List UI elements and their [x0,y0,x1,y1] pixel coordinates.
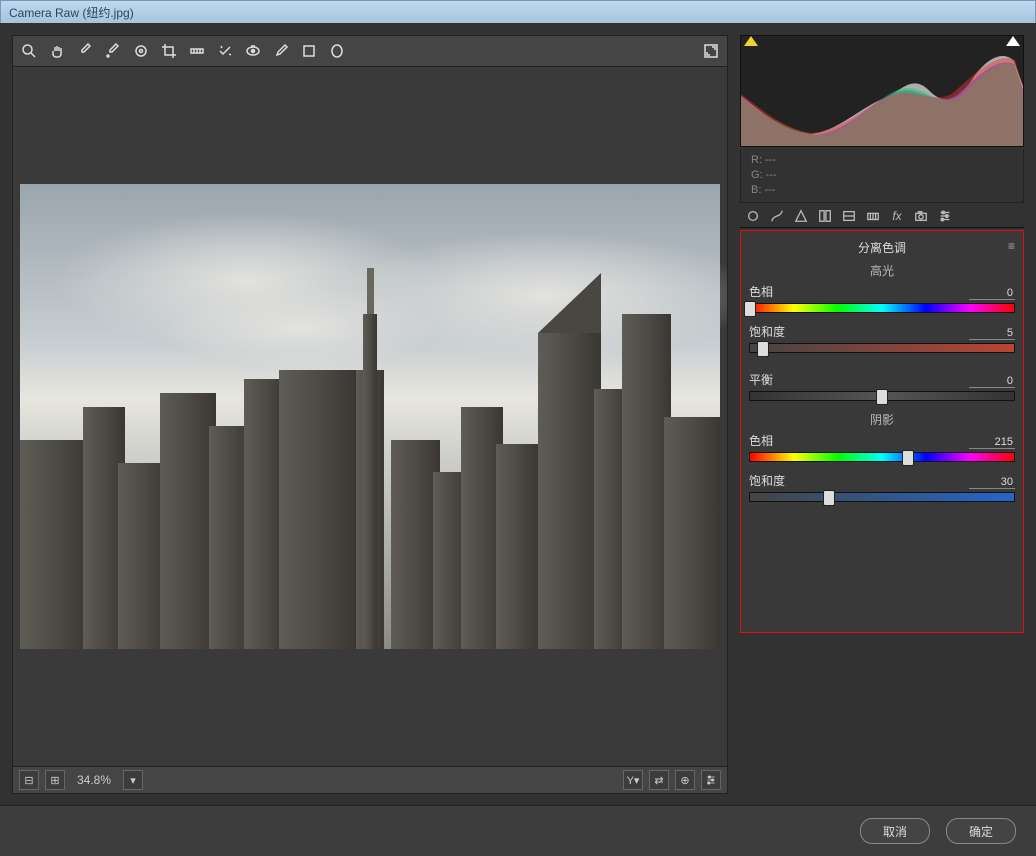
panel-title: 分离色调 ≡ [749,239,1015,256]
statusbar: ⊟ ⊞ 34.8% ▾ Y▾ ⇄ ⊕ [13,766,727,793]
highlights-sat-thumb[interactable] [757,341,769,357]
shadows-hue-thumb[interactable] [902,450,914,466]
image-preview[interactable] [13,67,727,766]
zoom-out-button[interactable]: ⊟ [19,770,39,790]
presets-tab-icon[interactable] [936,207,954,225]
eyedropper-icon[interactable] [75,41,95,61]
balance-value[interactable]: 0 [969,375,1015,388]
histogram-curve [741,36,1023,146]
highlights-hue-slider[interactable] [749,303,1015,313]
histogram[interactable] [740,35,1024,147]
highlights-hue-value[interactable]: 0 [969,287,1015,300]
shadows-sat-value[interactable]: 30 [969,476,1015,489]
g-value: G: --- [751,168,1013,183]
straighten-icon[interactable] [187,41,207,61]
workspace: ⊟ ⊞ 34.8% ▾ Y▾ ⇄ ⊕ R: --- G: --- B: [0,23,1036,806]
balance-row: 平衡 0 [749,371,1015,401]
highlights-sat-value[interactable]: 5 [969,327,1015,340]
highlights-label: 高光 [749,262,1015,279]
lens-tab-icon[interactable] [864,207,882,225]
footer: 取消 确定 [0,805,1036,856]
panel-tabs: fx [740,205,1024,228]
right-pane: R: --- G: --- B: --- fx 分离色调 ≡ 高光 色相 [740,35,1024,794]
ok-button[interactable]: 确定 [946,818,1016,844]
prefs-button[interactable] [701,770,721,790]
brush-icon[interactable] [271,41,291,61]
detail-tab-icon[interactable] [792,207,810,225]
highlights-sat-slider[interactable] [749,343,1015,353]
split-toning-panel: 分离色调 ≡ 高光 色相 0 饱和度 5 [740,230,1024,633]
shadows-sat-slider[interactable] [749,492,1015,502]
shadows-hue-value[interactable]: 215 [969,436,1015,449]
basic-tab-icon[interactable] [744,207,762,225]
color-sampler-icon[interactable] [103,41,123,61]
shadows-hue-label: 色相 [749,432,773,449]
highlights-hue-row: 色相 0 [749,283,1015,313]
highlights-sat-label: 饱和度 [749,323,785,340]
left-pane: ⊟ ⊞ 34.8% ▾ Y▾ ⇄ ⊕ [12,35,728,794]
swap-button[interactable]: ⇄ [649,770,669,790]
toolbar [13,36,727,67]
balance-thumb[interactable] [876,389,888,405]
before-after-button[interactable]: Y▾ [623,770,643,790]
spot-removal-icon[interactable] [215,41,235,61]
b-value: B: --- [751,183,1013,198]
titlebar[interactable]: Camera Raw (纽约.jpg) [0,0,1036,24]
highlight-clip-indicator[interactable] [1006,36,1020,46]
zoom-in-button[interactable]: ⊞ [45,770,65,790]
highlights-sat-row: 饱和度 5 [749,323,1015,353]
targeted-adjustment-icon[interactable] [131,41,151,61]
fx-tab-icon[interactable]: fx [888,207,906,225]
zoom-icon[interactable] [19,41,39,61]
hand-icon[interactable] [47,41,67,61]
shadows-sat-label: 饱和度 [749,472,785,489]
crop-icon[interactable] [159,41,179,61]
balance-slider[interactable] [749,391,1015,401]
balance-label: 平衡 [749,371,773,388]
highlights-hue-label: 色相 [749,283,773,300]
rgb-readout: R: --- G: --- B: --- [740,149,1024,203]
radial-filter-icon[interactable] [327,41,347,61]
cancel-button[interactable]: 取消 [860,818,930,844]
r-value: R: --- [751,153,1013,168]
shadows-hue-row: 色相 215 [749,432,1015,462]
highlights-hue-thumb[interactable] [744,301,756,317]
zoom-value: 34.8% [71,773,117,787]
fullscreen-icon[interactable] [701,41,721,61]
shadows-label: 阴影 [749,411,1015,428]
shadows-sat-row: 饱和度 30 [749,472,1015,502]
copy-settings-button[interactable]: ⊕ [675,770,695,790]
panel-menu-icon[interactable]: ≡ [1008,239,1015,253]
camera-tab-icon[interactable] [912,207,930,225]
shadow-clip-indicator[interactable] [744,36,758,46]
window-title: Camera Raw (纽约.jpg) [9,4,134,21]
redeye-icon[interactable] [243,41,263,61]
preview-image [20,184,720,649]
shadows-hue-slider[interactable] [749,452,1015,462]
hsl-tab-icon[interactable] [816,207,834,225]
graduated-filter-icon[interactable] [299,41,319,61]
split-tone-tab-icon[interactable] [840,207,858,225]
curve-tab-icon[interactable] [768,207,786,225]
shadows-sat-thumb[interactable] [823,490,835,506]
zoom-dropdown[interactable]: ▾ [123,770,143,790]
